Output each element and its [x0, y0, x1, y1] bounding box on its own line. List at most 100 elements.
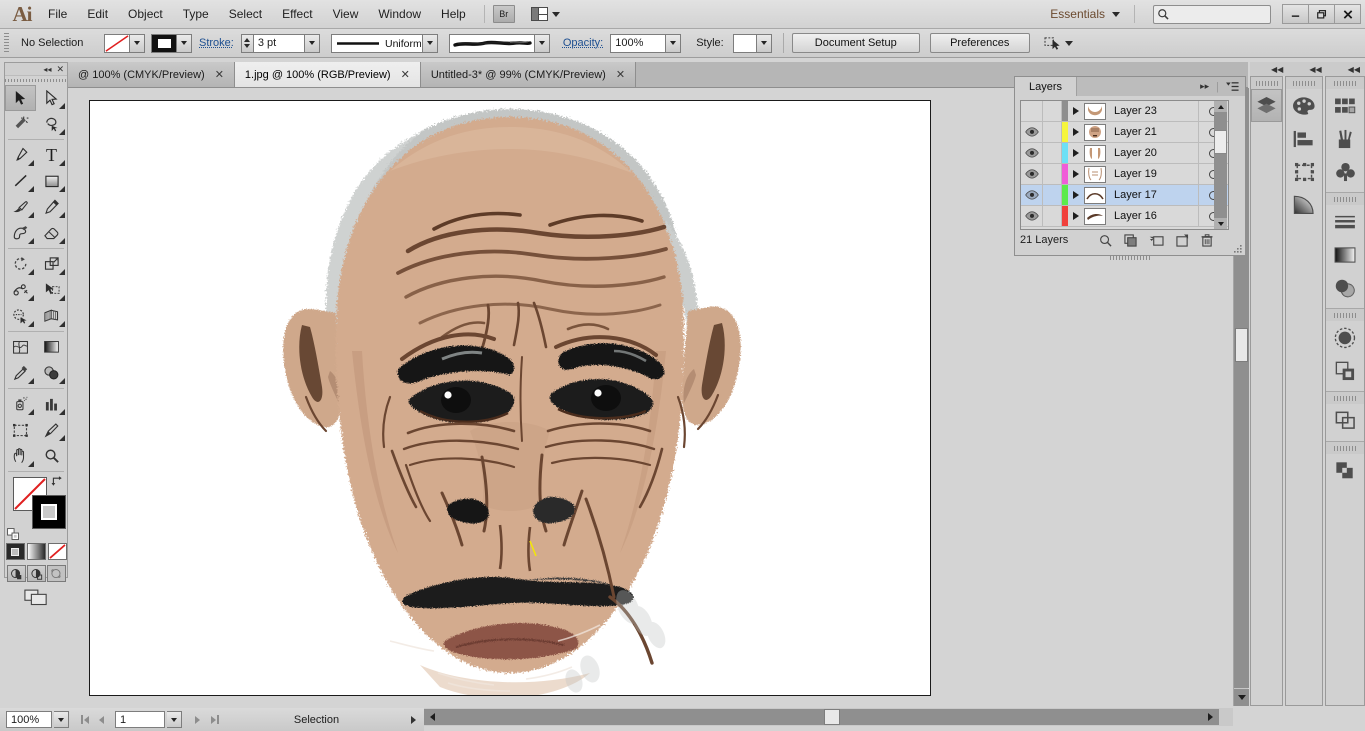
- layer-visibility-toggle[interactable]: [1021, 185, 1043, 205]
- stroke-profile-dropdown-button[interactable]: [422, 33, 438, 53]
- layers-list[interactable]: Layer 23 Layer 21 Layer 20 Layer 19 Laye…: [1020, 100, 1229, 230]
- tool-line-segment[interactable]: [5, 168, 36, 194]
- artboard-number-input[interactable]: 1: [115, 711, 165, 728]
- opacity-input[interactable]: 100%: [610, 33, 667, 53]
- tool-eyedropper[interactable]: [5, 360, 36, 386]
- brush-definition-dropdown-button[interactable]: [534, 33, 550, 53]
- menu-window[interactable]: Window: [368, 3, 431, 25]
- opacity-dropdown-button[interactable]: [666, 33, 682, 53]
- search-input[interactable]: [1153, 4, 1271, 24]
- tool-shape-builder[interactable]: [5, 303, 36, 329]
- tool-blend[interactable]: [36, 360, 67, 386]
- last-artboard-button[interactable]: [207, 711, 222, 728]
- fill-color-group[interactable]: [104, 33, 145, 53]
- tool-paintbrush[interactable]: [5, 194, 36, 220]
- layer-lock-toggle[interactable]: [1043, 164, 1062, 184]
- panel-button-color[interactable]: [1286, 89, 1322, 122]
- layer-row[interactable]: Layer 20: [1021, 143, 1228, 164]
- collapse-panel-icon[interactable]: ◂◂: [43, 65, 51, 74]
- tool-pen[interactable]: [5, 142, 36, 168]
- menu-type[interactable]: Type: [173, 3, 219, 25]
- tool-pencil[interactable]: [36, 194, 67, 220]
- layer-lock-toggle[interactable]: [1043, 101, 1062, 121]
- panel-button-appearance[interactable]: [1326, 321, 1364, 354]
- horizontal-scroll-thumb[interactable]: [824, 709, 840, 725]
- menu-object[interactable]: Object: [118, 3, 173, 25]
- dock-grip-3d[interactable]: [1326, 392, 1364, 404]
- layer-expand-toggle[interactable]: [1068, 170, 1084, 178]
- stroke-color-group[interactable]: [151, 33, 192, 53]
- layer-name[interactable]: Layer 23: [1106, 105, 1198, 117]
- screen-mode-button[interactable]: [5, 589, 67, 606]
- tool-slice[interactable]: [36, 417, 67, 443]
- default-fill-stroke-icon[interactable]: [7, 528, 20, 541]
- panel-menu-icon[interactable]: [1226, 81, 1239, 92]
- document-setup-button[interactable]: Document Setup: [791, 33, 920, 53]
- tool-free-transform[interactable]: [36, 277, 67, 303]
- layer-lock-toggle[interactable]: [1043, 206, 1062, 226]
- layer-visibility-toggle[interactable]: [1021, 143, 1043, 163]
- arrange-documents-button[interactable]: [530, 7, 560, 21]
- minimize-button[interactable]: [1282, 4, 1309, 24]
- tool-column-graph[interactable]: [36, 391, 67, 417]
- layer-lock-toggle[interactable]: [1043, 185, 1062, 205]
- panel-button-transform[interactable]: [1286, 155, 1322, 188]
- fill-dropdown-button[interactable]: [130, 33, 145, 53]
- color-mode-none[interactable]: [47, 543, 67, 560]
- layers-panel-bottom-grip[interactable]: [1110, 255, 1150, 260]
- opacity-group[interactable]: 100%: [610, 33, 682, 53]
- collapse-dock-1[interactable]: ◀◀: [1250, 65, 1288, 74]
- layer-name[interactable]: Layer 19: [1106, 168, 1198, 180]
- tool-mesh[interactable]: [5, 334, 36, 360]
- layer-expand-toggle[interactable]: [1068, 191, 1084, 199]
- panel-button-graphic-styles[interactable]: [1326, 354, 1364, 387]
- layer-visibility-toggle[interactable]: [1021, 206, 1043, 226]
- artboard-dropdown-button[interactable]: [167, 711, 182, 728]
- stroke-swatch[interactable]: [151, 33, 177, 53]
- dock-grip-3e[interactable]: [1326, 442, 1364, 454]
- close-tab-icon[interactable]: ✕: [215, 68, 224, 81]
- layers-list-scrollbar[interactable]: [1214, 101, 1227, 229]
- stroke-label[interactable]: Stroke:: [195, 37, 238, 49]
- tool-width[interactable]: [5, 277, 36, 303]
- dock-grip-3b[interactable]: [1326, 193, 1364, 205]
- scroll-left-button[interactable]: [424, 709, 440, 725]
- create-new-sublayer-icon[interactable]: [1149, 234, 1164, 247]
- color-mode-color[interactable]: [5, 543, 25, 560]
- panel-button-gradient2[interactable]: [1326, 238, 1364, 271]
- stroke-weight-dropdown-button[interactable]: [304, 33, 320, 53]
- previous-artboard-button[interactable]: [94, 711, 109, 728]
- tool-rotate[interactable]: [5, 251, 36, 277]
- layer-name[interactable]: Layer 20: [1106, 147, 1198, 159]
- tool-selection[interactable]: [5, 85, 36, 111]
- expand-panel-icon[interactable]: ▸▸: [1200, 81, 1209, 92]
- tool-artboard[interactable]: [5, 417, 36, 443]
- panel-button-artboards[interactable]: [1326, 404, 1364, 437]
- layer-lock-toggle[interactable]: [1043, 143, 1062, 163]
- draw-mode-normal[interactable]: [6, 565, 26, 582]
- workspace-switcher[interactable]: Essentials: [1044, 4, 1126, 24]
- stroke-profile-group[interactable]: Uniform: [330, 33, 438, 53]
- stroke-weight-stepper[interactable]: [240, 33, 253, 53]
- brush-definition-preview[interactable]: [448, 33, 535, 53]
- artboard[interactable]: [89, 100, 931, 696]
- tool-lasso[interactable]: [36, 111, 67, 137]
- select-similar-group[interactable]: [1044, 36, 1073, 51]
- tools-panel-grip[interactable]: [5, 76, 67, 85]
- layer-expand-toggle[interactable]: [1068, 107, 1084, 115]
- artwork-elderly-man-portrait[interactable]: [90, 101, 930, 695]
- menu-help[interactable]: Help: [431, 3, 476, 25]
- bridge-button[interactable]: Br: [492, 5, 515, 23]
- next-artboard-button[interactable]: [190, 711, 205, 728]
- document-tab-0[interactable]: @ 100% (CMYK/Preview) ✕: [68, 62, 235, 87]
- layer-row[interactable]: Layer 19: [1021, 164, 1228, 185]
- menu-view[interactable]: View: [323, 3, 369, 25]
- brush-definition-group[interactable]: [448, 33, 550, 53]
- panel-button-symbols[interactable]: [1326, 155, 1364, 188]
- tool-symbol-sprayer[interactable]: [5, 391, 36, 417]
- dock-grip-2[interactable]: [1286, 77, 1322, 89]
- status-menu-icon[interactable]: [411, 715, 416, 724]
- menu-file[interactable]: File: [38, 3, 77, 25]
- tool-blob-brush[interactable]: [5, 220, 36, 246]
- collapse-dock-3[interactable]: ◀◀: [1327, 65, 1365, 74]
